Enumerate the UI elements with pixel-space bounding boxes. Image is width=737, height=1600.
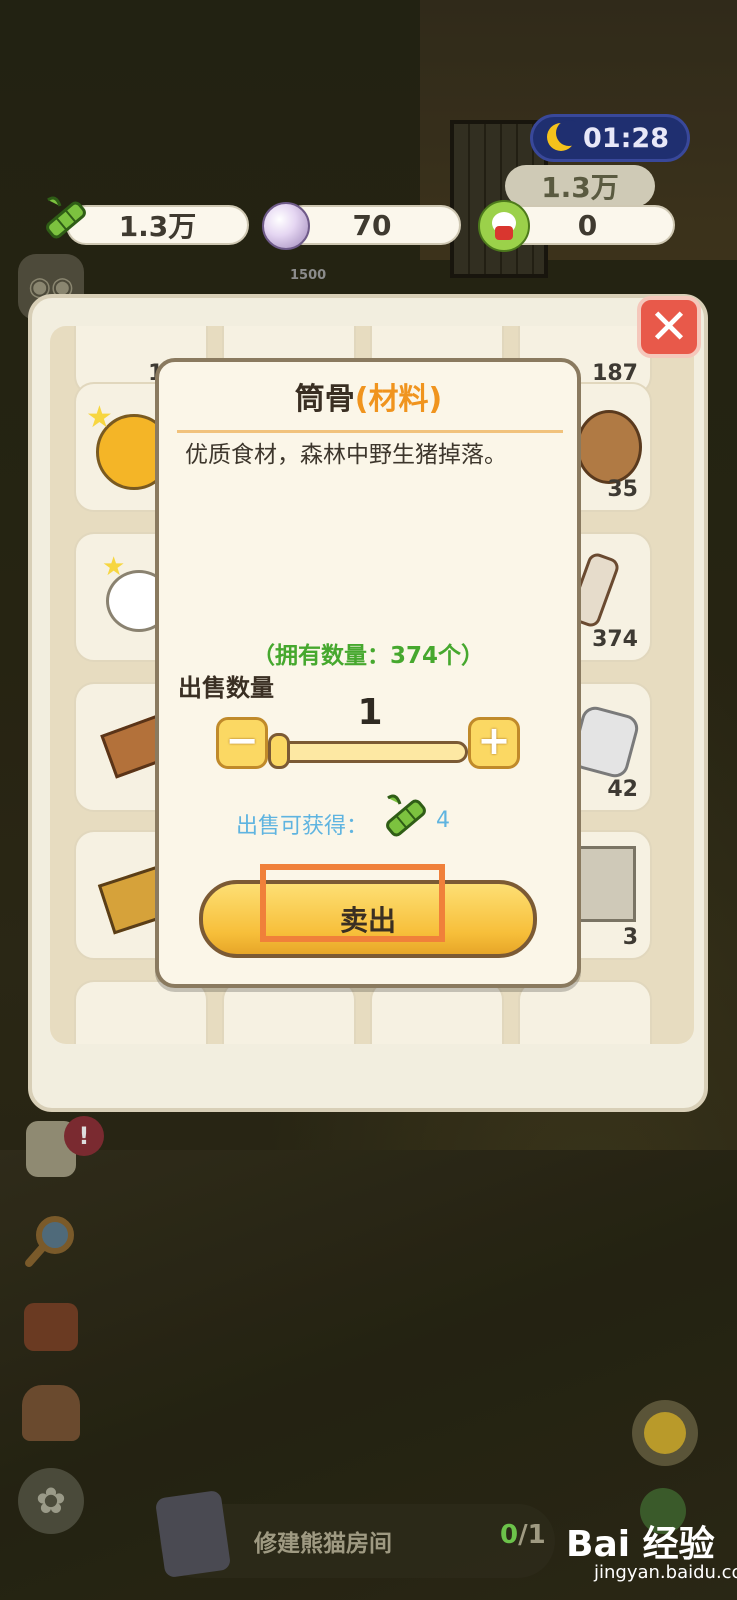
inventory-slot[interactable] [74,980,208,1044]
panda-heart-value: 0 [577,208,598,242]
owned-quantity: （拥有数量：374个） [251,643,484,669]
slider-handle[interactable] [268,733,290,769]
task-label: 修建熊猫房间 [254,1531,392,1557]
task-clipboard-icon [154,1489,232,1579]
close-button[interactable]: ✕ [637,296,701,358]
slot-count: 374 [592,627,638,652]
magnifier-icon [25,1216,74,1267]
side-button-house[interactable] [18,1380,84,1446]
side-button-search[interactable] [18,1206,84,1272]
alert-badge-icon: ! [64,1116,104,1156]
inventory-slot[interactable] [518,980,652,1044]
slot-count: 3 [622,925,638,950]
sell-quantity-label: 出售数量 [178,674,274,702]
item-title: 筒骨(材料) [0,374,737,418]
sell-gain-label: 出售可获得： [236,814,369,839]
panda-heart-icon [478,200,530,252]
item-description: 优质食材，森林中野生猪掉落。 [185,442,507,468]
slot-count: 42 [607,777,638,802]
task-done: 0 [500,1520,519,1550]
night-clock: 01:28 [530,114,690,162]
quantity-slider[interactable] [272,741,468,763]
slot-count: 35 [607,477,638,502]
task-total: /1 [518,1520,546,1550]
mushroom-house-icon [22,1385,80,1441]
item-type: (材料) [354,382,443,417]
bag-icon [24,1303,78,1351]
paw-icon: ✿ [35,1480,67,1522]
pearl-icon [262,202,310,250]
bamboo-counter-bg: 1.3万 [505,165,655,207]
item-name: 筒骨 [294,382,355,417]
sell-gain-value: 4 [436,808,450,833]
emoji-button[interactable] [632,1400,698,1466]
side-button-paw[interactable]: ✿ [18,1468,84,1534]
tutorial-highlight-box [260,864,445,942]
decrease-button[interactable]: − [216,717,268,769]
bamboo-icon [46,196,86,239]
smile-face-icon [644,1412,686,1454]
potato-icon [576,410,642,484]
pearl-value: 70 [352,208,392,242]
baidu-watermark: Bai 经验 [566,1524,715,1565]
star-icon: ★ [102,552,126,582]
bamboo-value: 1.3万 [118,210,197,243]
bamboo-icon [386,794,426,837]
inventory-slot[interactable] [370,980,504,1044]
side-button-bag[interactable] [18,1294,84,1360]
moon-icon [547,120,582,151]
increase-button[interactable]: + [468,717,520,769]
clock-time: 01:28 [583,122,669,154]
inventory-slot[interactable] [222,980,356,1044]
title-divider [177,430,563,433]
task-progress: 0/1 [500,1520,546,1550]
sell-quantity-value: 1 [357,692,383,733]
baidu-watermark-url: jingyan.baidu.com [594,1562,737,1583]
